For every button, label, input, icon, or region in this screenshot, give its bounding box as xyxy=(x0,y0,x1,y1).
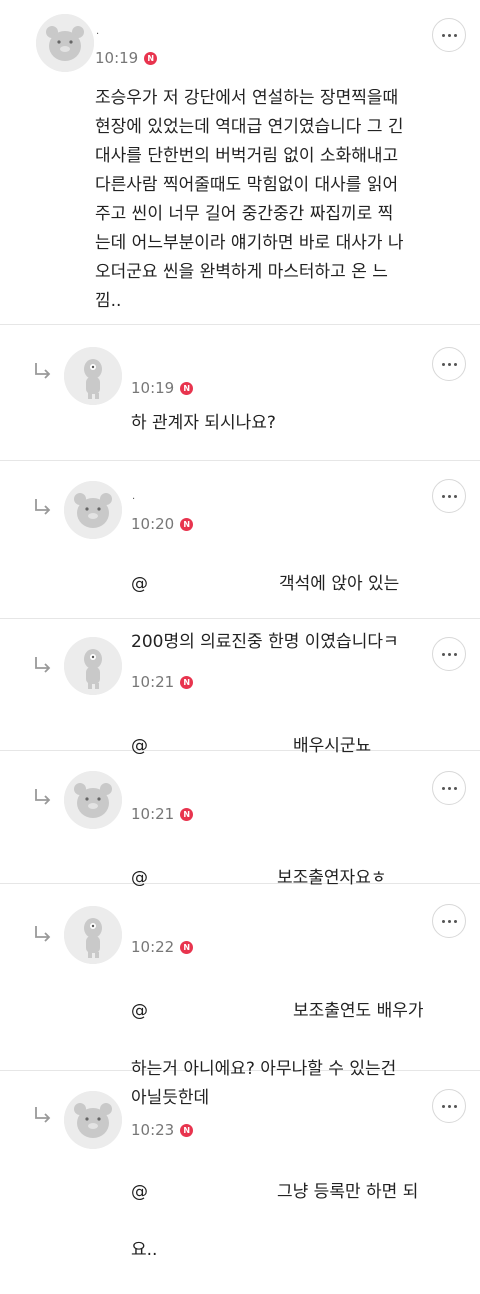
reply-1: 10:19 N 하 관계자 되시나요? xyxy=(0,325,480,461)
time-label: 10:19 xyxy=(131,379,175,397)
new-badge: N xyxy=(180,1123,194,1137)
more-options-button[interactable] xyxy=(432,637,466,671)
comment-time: 10:23 N xyxy=(131,1121,194,1139)
time-label: 10:21 xyxy=(131,805,175,823)
comment-text-line: 보조출연도 배우가 xyxy=(293,1001,424,1021)
author-name: . xyxy=(96,26,100,37)
bear-avatar-icon xyxy=(64,481,122,539)
dot-icon xyxy=(447,919,451,923)
bear-avatar-icon xyxy=(64,771,122,829)
comment-time: 10:19 N xyxy=(95,49,158,67)
more-options-button[interactable] xyxy=(432,479,466,513)
reply-arrow-icon xyxy=(33,361,53,381)
bear-avatar-icon xyxy=(64,1091,122,1149)
comment-time: 10:20 N xyxy=(131,515,194,533)
time-label: 10:19 xyxy=(95,49,139,67)
dot-icon xyxy=(453,919,457,923)
time-label: 10:21 xyxy=(131,673,175,691)
dot-icon xyxy=(441,786,445,790)
reply-arrow-icon xyxy=(33,787,53,807)
bear-avatar-icon xyxy=(36,14,94,72)
dot-icon xyxy=(453,362,457,366)
mention-line: @ 그냥 등록만 하면 되 xyxy=(131,1178,461,1207)
comment-text: 하 관계자 되시나요? xyxy=(131,413,276,433)
new-badge: N xyxy=(144,51,158,65)
reply-2: . 10:20 N @ 객석에 앉아 있는 200명의 의료진중 한명 이였습니… xyxy=(0,461,480,652)
dot-icon xyxy=(447,33,451,37)
reply-arrow-icon xyxy=(33,497,53,517)
comment-text-line: 객석에 앉아 있는 xyxy=(279,574,400,594)
more-options-button[interactable] xyxy=(432,771,466,805)
new-badge: N xyxy=(180,675,194,689)
dot-icon xyxy=(441,652,445,656)
dot-icon xyxy=(441,919,445,923)
mention-line: @ 보조출연도 배우가 xyxy=(131,997,461,1026)
dot-icon xyxy=(453,33,457,37)
comment-1: . 10:19 N 조승우가 저 강단에서 연설하는 장면찍을때 현장에 있었는… xyxy=(0,0,480,325)
new-badge: N xyxy=(180,807,194,821)
dot-icon xyxy=(441,362,445,366)
avatar[interactable] xyxy=(64,1091,122,1149)
dot-icon xyxy=(453,652,457,656)
character-avatar-icon xyxy=(64,906,122,964)
dot-icon xyxy=(447,494,451,498)
character-avatar-icon xyxy=(64,637,122,695)
mention-link[interactable]: @ xyxy=(131,997,293,1026)
dot-icon xyxy=(447,1104,451,1108)
time-label: 10:23 xyxy=(131,1121,175,1139)
dot-icon xyxy=(447,362,451,366)
reply-6: 10:23 N @ 그냥 등록만 하면 되 요.. xyxy=(0,1071,480,1260)
dot-icon xyxy=(453,494,457,498)
comment-text-line: 그냥 등록만 하면 되 xyxy=(277,1182,419,1202)
dot-icon xyxy=(453,1104,457,1108)
new-badge: N xyxy=(180,381,194,395)
dot-icon xyxy=(441,33,445,37)
reply-arrow-icon xyxy=(33,924,53,944)
mention-line: @ 객석에 앉아 있는 xyxy=(131,570,461,599)
reply-5: 10:22 N @ 보조출연도 배우가 하는거 아니에요? 아무나할 수 있는건… xyxy=(0,884,480,1108)
comment-text: 조승우가 저 강단에서 연설하는 장면찍을때 현장에 있었는데 역대급 연기였습… xyxy=(95,88,404,311)
avatar[interactable] xyxy=(64,347,122,405)
author-name: . xyxy=(132,491,136,502)
dot-icon xyxy=(453,786,457,790)
dot-icon xyxy=(447,786,451,790)
avatar[interactable] xyxy=(64,906,122,964)
dot-icon xyxy=(441,494,445,498)
comment-time: 10:21 N xyxy=(131,673,194,691)
character-avatar-icon xyxy=(64,347,122,405)
time-label: 10:22 xyxy=(131,938,175,956)
more-options-button[interactable] xyxy=(432,1089,466,1123)
new-badge: N xyxy=(180,517,194,531)
reply-4: 10:21 N @ 보조출연자요ㅎ xyxy=(0,751,480,888)
dot-icon xyxy=(447,652,451,656)
mention-link[interactable]: @ xyxy=(131,1178,277,1207)
comment-text: @ 그냥 등록만 하면 되 요.. xyxy=(131,1149,461,1294)
reply-3: 10:21 N @ 배우시군뇨 xyxy=(0,619,480,756)
comment-time: 10:22 N xyxy=(131,938,194,956)
reply-arrow-icon xyxy=(33,1105,53,1125)
avatar[interactable] xyxy=(64,771,122,829)
comment-text-line: 요.. xyxy=(131,1240,158,1260)
more-options-button[interactable] xyxy=(432,347,466,381)
new-badge: N xyxy=(180,940,194,954)
more-options-button[interactable] xyxy=(432,18,466,52)
time-label: 10:20 xyxy=(131,515,175,533)
dot-icon xyxy=(441,1104,445,1108)
avatar[interactable] xyxy=(64,481,122,539)
mention-link[interactable]: @ xyxy=(131,570,279,599)
comment-time: 10:19 N xyxy=(131,379,194,397)
more-options-button[interactable] xyxy=(432,904,466,938)
avatar[interactable] xyxy=(36,14,94,72)
comment-time: 10:21 N xyxy=(131,805,194,823)
avatar[interactable] xyxy=(64,637,122,695)
reply-arrow-icon xyxy=(33,655,53,675)
